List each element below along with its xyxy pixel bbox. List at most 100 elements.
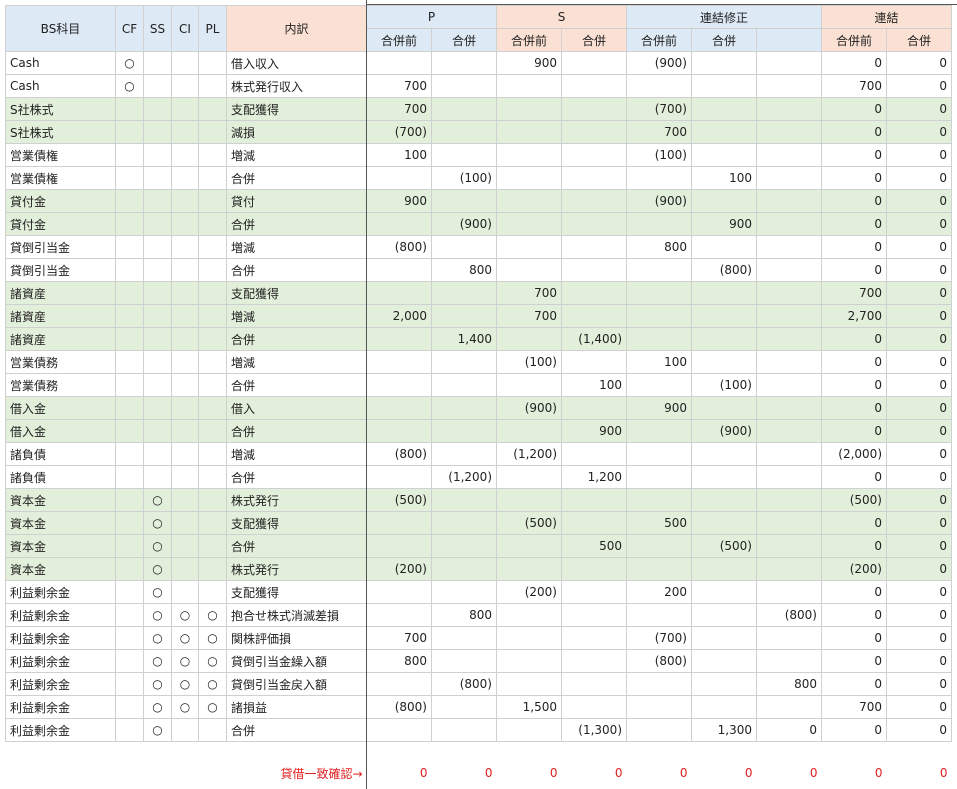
- cell-cf-flag[interactable]: [115, 511, 144, 535]
- cell-adj-extra[interactable]: [756, 649, 822, 673]
- cell-bs-account[interactable]: 営業債権: [5, 143, 116, 167]
- cell-cf-flag[interactable]: [115, 396, 144, 420]
- cell-pl-flag[interactable]: [198, 442, 227, 466]
- cell-adj-merger[interactable]: [691, 281, 757, 305]
- cell-cf-flag[interactable]: [115, 649, 144, 673]
- cell-cf-flag[interactable]: [115, 143, 144, 167]
- cell-cons-merger[interactable]: 0: [886, 281, 952, 305]
- cell-cf-flag[interactable]: [115, 603, 144, 627]
- cell-s-pre[interactable]: (900): [496, 396, 562, 420]
- cell-bs-account[interactable]: 貸付金: [5, 212, 116, 236]
- cell-p-merger[interactable]: [431, 419, 497, 443]
- cell-adj-pre[interactable]: 200: [626, 580, 692, 604]
- cell-adj-extra[interactable]: (800): [756, 603, 822, 627]
- cell-s-merger[interactable]: [561, 51, 627, 75]
- cell-detail[interactable]: 抱合せ株式消滅差損: [226, 603, 367, 627]
- cell-s-pre[interactable]: [496, 626, 562, 650]
- cell-adj-extra[interactable]: [756, 626, 822, 650]
- cell-adj-extra[interactable]: [756, 143, 822, 167]
- cell-cons-merger[interactable]: 0: [886, 304, 952, 328]
- cell-cf-flag[interactable]: [115, 580, 144, 604]
- cell-adj-extra[interactable]: [756, 97, 822, 121]
- cell-s-pre[interactable]: [496, 235, 562, 259]
- cell-adj-merger[interactable]: [691, 442, 757, 466]
- cell-s-pre[interactable]: [496, 189, 562, 213]
- cell-p-merger[interactable]: [431, 488, 497, 512]
- cell-detail[interactable]: 株式発行: [226, 488, 367, 512]
- cell-ci-flag[interactable]: [171, 166, 199, 190]
- cell-s-merger[interactable]: 500: [561, 534, 627, 558]
- cell-bs-account[interactable]: Cash: [5, 51, 116, 75]
- cell-p-merger[interactable]: [431, 51, 497, 75]
- cell-cons-pre[interactable]: 2,700: [821, 304, 887, 328]
- cell-bs-account[interactable]: 貸倒引当金: [5, 235, 116, 259]
- cell-pl-flag[interactable]: [198, 580, 227, 604]
- cell-cons-merger[interactable]: 0: [886, 327, 952, 351]
- cell-adj-pre[interactable]: (900): [626, 51, 692, 75]
- cell-cons-pre[interactable]: 0: [821, 166, 887, 190]
- cell-adj-extra[interactable]: [756, 74, 822, 98]
- cell-p-pre[interactable]: [366, 718, 432, 742]
- cell-cons-merger[interactable]: 0: [886, 97, 952, 121]
- cell-s-pre[interactable]: [496, 465, 562, 489]
- header-cons-merger[interactable]: 合併: [886, 28, 952, 52]
- header-ss[interactable]: SS: [143, 5, 172, 52]
- cell-adj-pre[interactable]: [626, 488, 692, 512]
- cell-ss-flag[interactable]: [143, 281, 172, 305]
- cell-adj-pre[interactable]: (800): [626, 649, 692, 673]
- cell-adj-merger[interactable]: [691, 580, 757, 604]
- cell-s-pre[interactable]: [496, 718, 562, 742]
- cell-bs-account[interactable]: 利益剰余金: [5, 672, 116, 696]
- cell-detail[interactable]: 貸付: [226, 189, 367, 213]
- cell-cf-flag[interactable]: [115, 327, 144, 351]
- cell-pl-flag[interactable]: ○: [198, 603, 227, 627]
- cell-adj-merger[interactable]: [691, 695, 757, 719]
- cell-cf-flag[interactable]: [115, 695, 144, 719]
- cell-p-pre[interactable]: [366, 419, 432, 443]
- cell-adj-pre[interactable]: (900): [626, 189, 692, 213]
- cell-adj-extra[interactable]: [756, 258, 822, 282]
- balance-check-value[interactable]: 0: [432, 762, 497, 784]
- cell-s-pre[interactable]: [496, 603, 562, 627]
- blank-cell[interactable]: [116, 742, 144, 763]
- cell-ss-flag[interactable]: ○: [143, 695, 172, 719]
- blank-cell[interactable]: [367, 742, 432, 763]
- cell-ss-flag[interactable]: [143, 97, 172, 121]
- cell-cons-merger[interactable]: 0: [886, 235, 952, 259]
- cell-p-pre[interactable]: (700): [366, 120, 432, 144]
- cell-ss-flag[interactable]: [143, 373, 172, 397]
- cell-cons-merger[interactable]: 0: [886, 442, 952, 466]
- cell-detail[interactable]: 増減: [226, 143, 367, 167]
- cell-detail[interactable]: 合併: [226, 718, 367, 742]
- cell-s-merger[interactable]: [561, 626, 627, 650]
- cell-cons-pre[interactable]: 0: [821, 97, 887, 121]
- cell-s-merger[interactable]: (1,300): [561, 718, 627, 742]
- cell-s-merger[interactable]: 900: [561, 419, 627, 443]
- cell-s-merger[interactable]: [561, 281, 627, 305]
- cell-cons-pre[interactable]: 0: [821, 189, 887, 213]
- cell-adj-pre[interactable]: [626, 373, 692, 397]
- cell-adj-pre[interactable]: 800: [626, 235, 692, 259]
- cell-s-pre[interactable]: [496, 258, 562, 282]
- cell-s-pre[interactable]: [496, 212, 562, 236]
- cell-p-merger[interactable]: [431, 373, 497, 397]
- cell-ci-flag[interactable]: [171, 97, 199, 121]
- cell-p-merger[interactable]: [431, 304, 497, 328]
- cell-s-merger[interactable]: 1,200: [561, 465, 627, 489]
- cell-pl-flag[interactable]: [198, 396, 227, 420]
- cell-cons-merger[interactable]: 0: [886, 51, 952, 75]
- cell-pl-flag[interactable]: [198, 534, 227, 558]
- cell-cons-merger[interactable]: 0: [886, 396, 952, 420]
- cell-adj-merger[interactable]: [691, 51, 757, 75]
- cell-detail[interactable]: 支配獲得: [226, 580, 367, 604]
- cell-adj-pre[interactable]: [626, 419, 692, 443]
- cell-bs-account[interactable]: 利益剰余金: [5, 695, 116, 719]
- cell-adj-extra[interactable]: [756, 465, 822, 489]
- cell-p-pre[interactable]: (200): [366, 557, 432, 581]
- cell-adj-merger[interactable]: (100): [691, 373, 757, 397]
- cell-s-merger[interactable]: [561, 580, 627, 604]
- cell-cf-flag[interactable]: [115, 626, 144, 650]
- cell-cons-pre[interactable]: 0: [821, 672, 887, 696]
- cell-adj-extra[interactable]: [756, 51, 822, 75]
- cell-s-merger[interactable]: [561, 258, 627, 282]
